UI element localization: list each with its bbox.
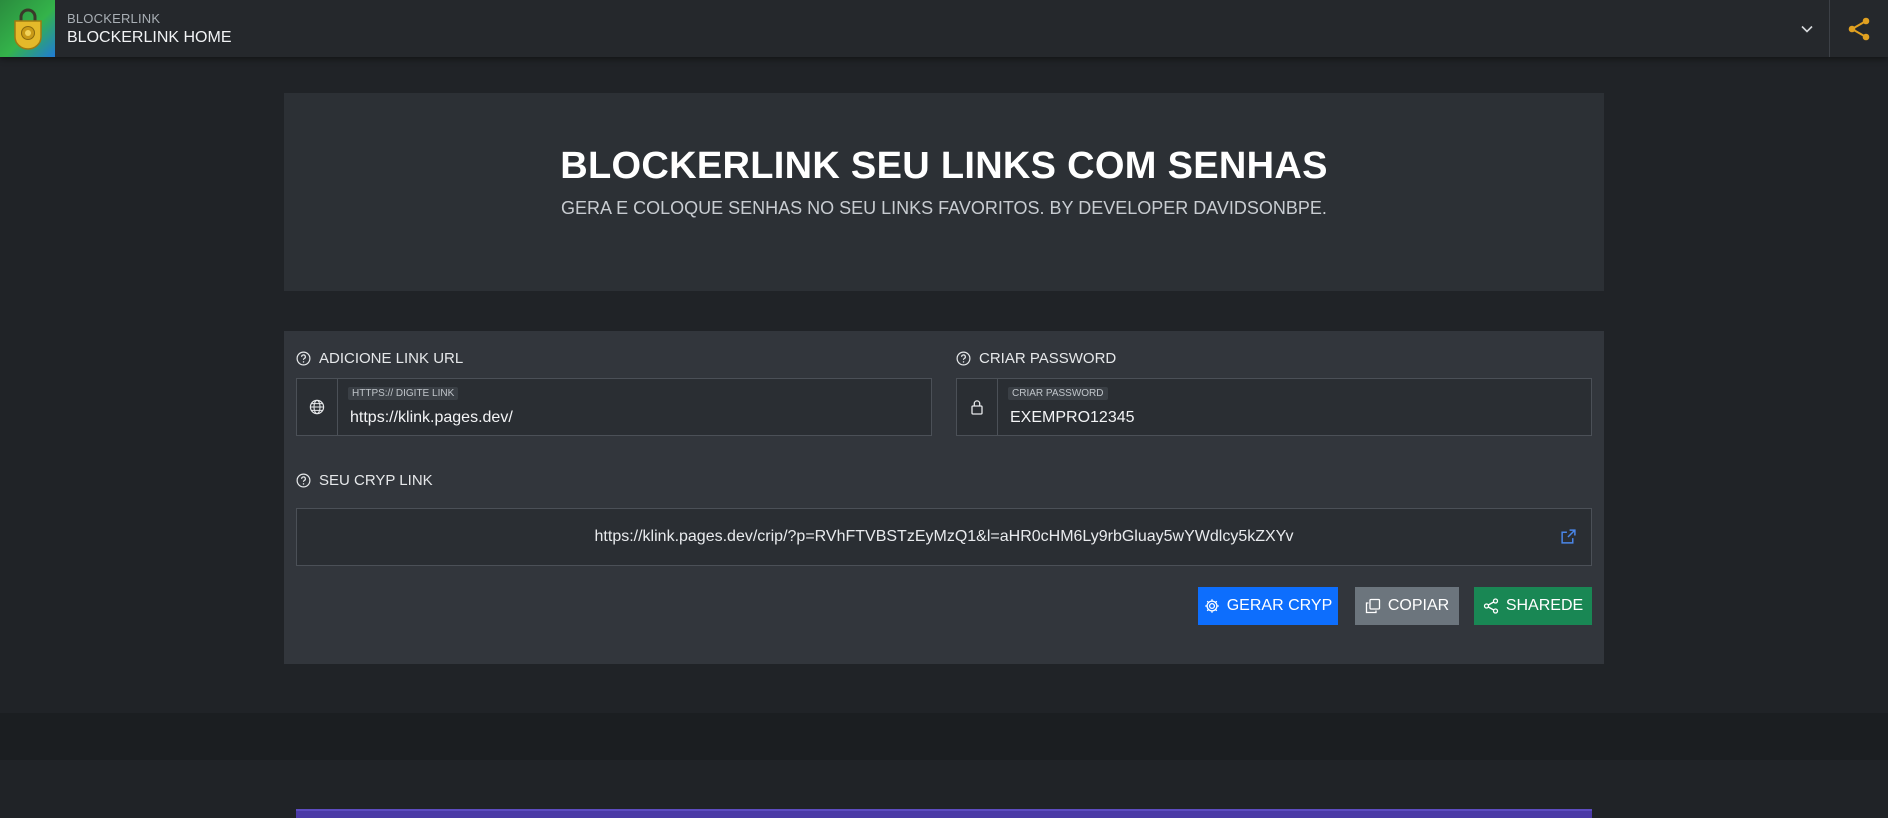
brand-subtitle: BLOCKERLINK — [67, 10, 161, 26]
top-navbar: BLOCKERLINK BLOCKERLINK HOME — [0, 0, 1888, 57]
cryp-link-label: SEU CRYP LINK — [296, 472, 433, 489]
generate-cryp-button[interactable]: GERAR CRYP — [1198, 587, 1338, 625]
password-input-group: CRIAR PASSWORD EXEMPRO12345 — [956, 378, 1592, 436]
url-label-text: ADICIONE LINK URL — [319, 350, 464, 367]
help-icon[interactable] — [956, 351, 971, 366]
page-title: BLOCKERLINK SEU LINKS COM SENHAS — [560, 145, 1328, 187]
help-icon[interactable] — [296, 473, 311, 488]
external-link-icon[interactable] — [1560, 528, 1577, 545]
cryp-label-text: SEU CRYP LINK — [319, 472, 433, 489]
gear-icon — [1204, 598, 1220, 614]
brand-block[interactable]: BLOCKERLINK BLOCKERLINK HOME — [67, 11, 231, 47]
password-label-text: CRIAR PASSWORD — [979, 350, 1117, 367]
copy-button-label: COPIAR — [1387, 597, 1450, 614]
url-input-value: https://klink.pages.dev/ — [350, 409, 513, 426]
lock-icon — [957, 379, 998, 435]
hero-banner: BLOCKERLINK SEU LINKS COM SENHAS GERA E … — [284, 93, 1604, 291]
page-subtitle: GERA E COLOQUE SENHAS NO SEU LINKS FAVOR… — [561, 198, 1327, 218]
help-icon[interactable] — [296, 351, 311, 366]
share-icon — [1848, 17, 1870, 40]
copy-button[interactable]: COPIAR — [1355, 587, 1459, 625]
share-button-top[interactable] — [1830, 0, 1888, 57]
password-input[interactable]: CRIAR PASSWORD EXEMPRO12345 — [998, 379, 1591, 435]
purple-panel-top — [296, 809, 1592, 818]
url-floating-label: HTTPS:// DIGITE LINK — [348, 387, 459, 400]
password-input-value: EXEMPRO12345 — [1010, 409, 1135, 426]
generate-button-label: GERAR CRYP — [1226, 597, 1333, 614]
app-logo[interactable] — [0, 0, 55, 57]
password-floating-label: CRIAR PASSWORD — [1008, 387, 1108, 400]
share-button[interactable]: SHAREDE — [1474, 587, 1592, 625]
copy-icon — [1365, 598, 1381, 614]
lock-badge-icon — [13, 8, 42, 50]
link-form-card: ADICIONE LINK URL HTTPS:// DIGITE LINK h… — [284, 331, 1604, 664]
globe-icon — [297, 379, 338, 435]
share-button-label: SHAREDE — [1505, 597, 1584, 614]
url-input-group: HTTPS:// DIGITE LINK https://klink.pages… — [296, 378, 932, 436]
url-field-label: ADICIONE LINK URL — [296, 350, 463, 367]
section-divider-band — [0, 713, 1888, 760]
cryp-link-text[interactable]: https://klink.pages.dev/crip/?p=RVhFTVBS… — [595, 528, 1294, 546]
chevron-down-icon — [1801, 25, 1813, 33]
brand-title: BLOCKERLINK HOME — [67, 28, 232, 46]
dropdown-toggle[interactable] — [1785, 0, 1829, 57]
cryp-link-output[interactable]: https://klink.pages.dev/crip/?p=RVhFTVBS… — [296, 508, 1592, 566]
share-icon — [1483, 598, 1499, 614]
url-input[interactable]: HTTPS:// DIGITE LINK https://klink.pages… — [338, 379, 931, 435]
password-field-label: CRIAR PASSWORD — [956, 350, 1116, 367]
